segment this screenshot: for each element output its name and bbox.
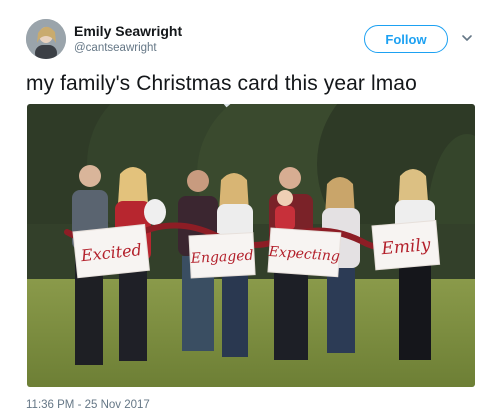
- avatar[interactable]: [26, 19, 66, 59]
- sign-engaged: Engaged: [188, 232, 256, 279]
- tweet-timestamp[interactable]: 11:36 PM - 25 Nov 2017: [26, 399, 150, 411]
- tweet-text: my family's Christmas card this year lma…: [26, 72, 417, 95]
- tweet-photo[interactable]: Excited Engaged Expecting Emily: [27, 104, 475, 387]
- sign-excited: Excited: [72, 223, 150, 279]
- sign-emily: Emily: [371, 219, 441, 271]
- chevron-down-icon[interactable]: [461, 32, 473, 44]
- author-handle[interactable]: @cantseawright: [74, 42, 157, 54]
- sign-engaged-text: Engaged: [189, 248, 254, 267]
- follow-button[interactable]: Follow: [364, 25, 448, 53]
- sign-expecting: Expecting: [267, 227, 342, 278]
- author-name[interactable]: Emily Seawright: [74, 23, 182, 39]
